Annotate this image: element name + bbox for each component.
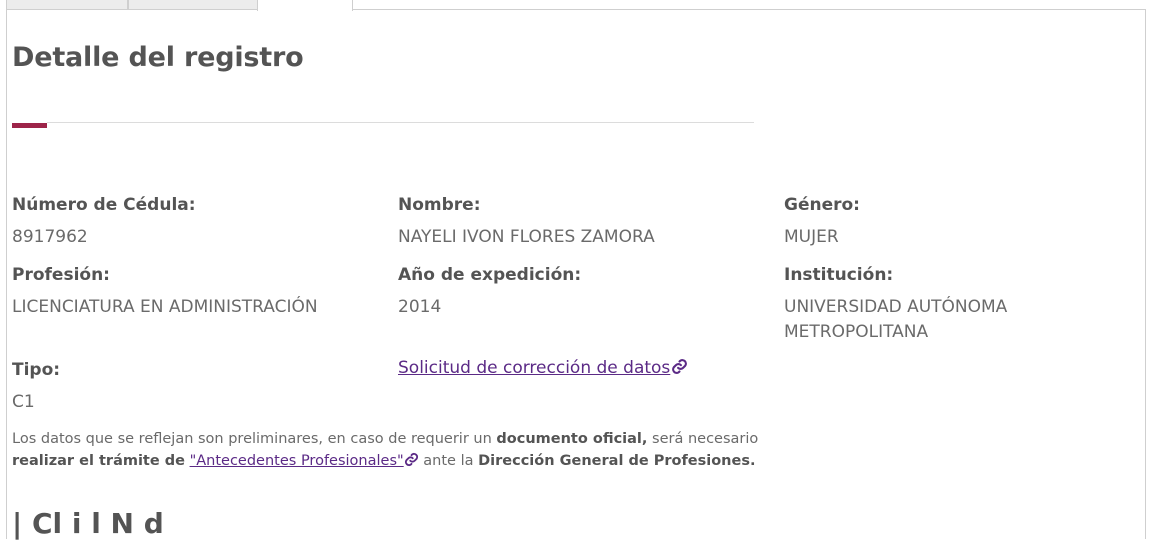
anio-label: Año de expedición: — [398, 265, 582, 285]
note-bold-3: Dirección General de Profesiones. — [478, 453, 756, 469]
page-title: Detalle del registro — [12, 42, 304, 73]
nombre-label: Nombre: — [398, 195, 481, 215]
profesion-value: LICENCIATURA EN ADMINISTRACIÓN — [12, 297, 318, 317]
field-profesion: Profesión: LICENCIATURA EN ADMINISTRACIÓ… — [12, 265, 382, 320]
link-icon — [404, 452, 418, 467]
antecedentes-link[interactable]: "Antecedentes Profesionales" — [189, 452, 419, 469]
field-nombre: Nombre: NAYELI IVON FLORES ZAMORA — [398, 195, 768, 250]
disclaimer-note: Los datos que se reflejan son preliminar… — [12, 428, 762, 472]
cedula-label: Número de Cédula: — [12, 195, 196, 215]
field-anio: Año de expedición: 2014 — [398, 265, 768, 320]
title-divider — [47, 122, 754, 123]
field-institucion: Institución: UNIVERSIDAD AUTÓNOMA METROP… — [784, 265, 1044, 345]
field-tipo: Tipo: C1 — [12, 360, 382, 415]
genero-label: Género: — [784, 195, 860, 215]
field-cedula: Número de Cédula: 8917962 — [12, 195, 382, 250]
field-genero: Género: MUJER — [784, 195, 1152, 250]
title-accent-bar — [12, 123, 47, 128]
note-bold-2: realizar el trámite de — [12, 453, 185, 469]
institucion-value: UNIVERSIDAD AUTÓNOMA METROPOLITANA — [784, 297, 1008, 342]
note-bold-1: documento oficial, — [496, 431, 648, 447]
profesion-label: Profesión: — [12, 265, 110, 285]
nombre-value: NAYELI IVON FLORES ZAMORA — [398, 227, 655, 247]
link-icon — [672, 359, 688, 374]
note-text-1: Los datos que se reflejan son preliminar… — [12, 431, 497, 447]
tipo-label: Tipo: — [12, 360, 61, 380]
correction-link-text: Solicitud de corrección de datos — [398, 358, 671, 378]
institucion-label: Institución: — [784, 265, 894, 285]
cedula-value: 8917962 — [12, 227, 88, 247]
correction-request-link[interactable]: Solicitud de corrección de datos — [398, 358, 688, 378]
antecedentes-link-text: "Antecedentes Profesionales" — [189, 453, 404, 469]
anio-value: 2014 — [398, 297, 442, 317]
note-text-3: ante la — [418, 453, 479, 469]
tipo-value: C1 — [12, 392, 35, 412]
next-section-title: | Cl i l N d — [12, 507, 164, 540]
note-text-2: será necesario — [647, 431, 759, 447]
genero-value: MUJER — [784, 227, 839, 247]
